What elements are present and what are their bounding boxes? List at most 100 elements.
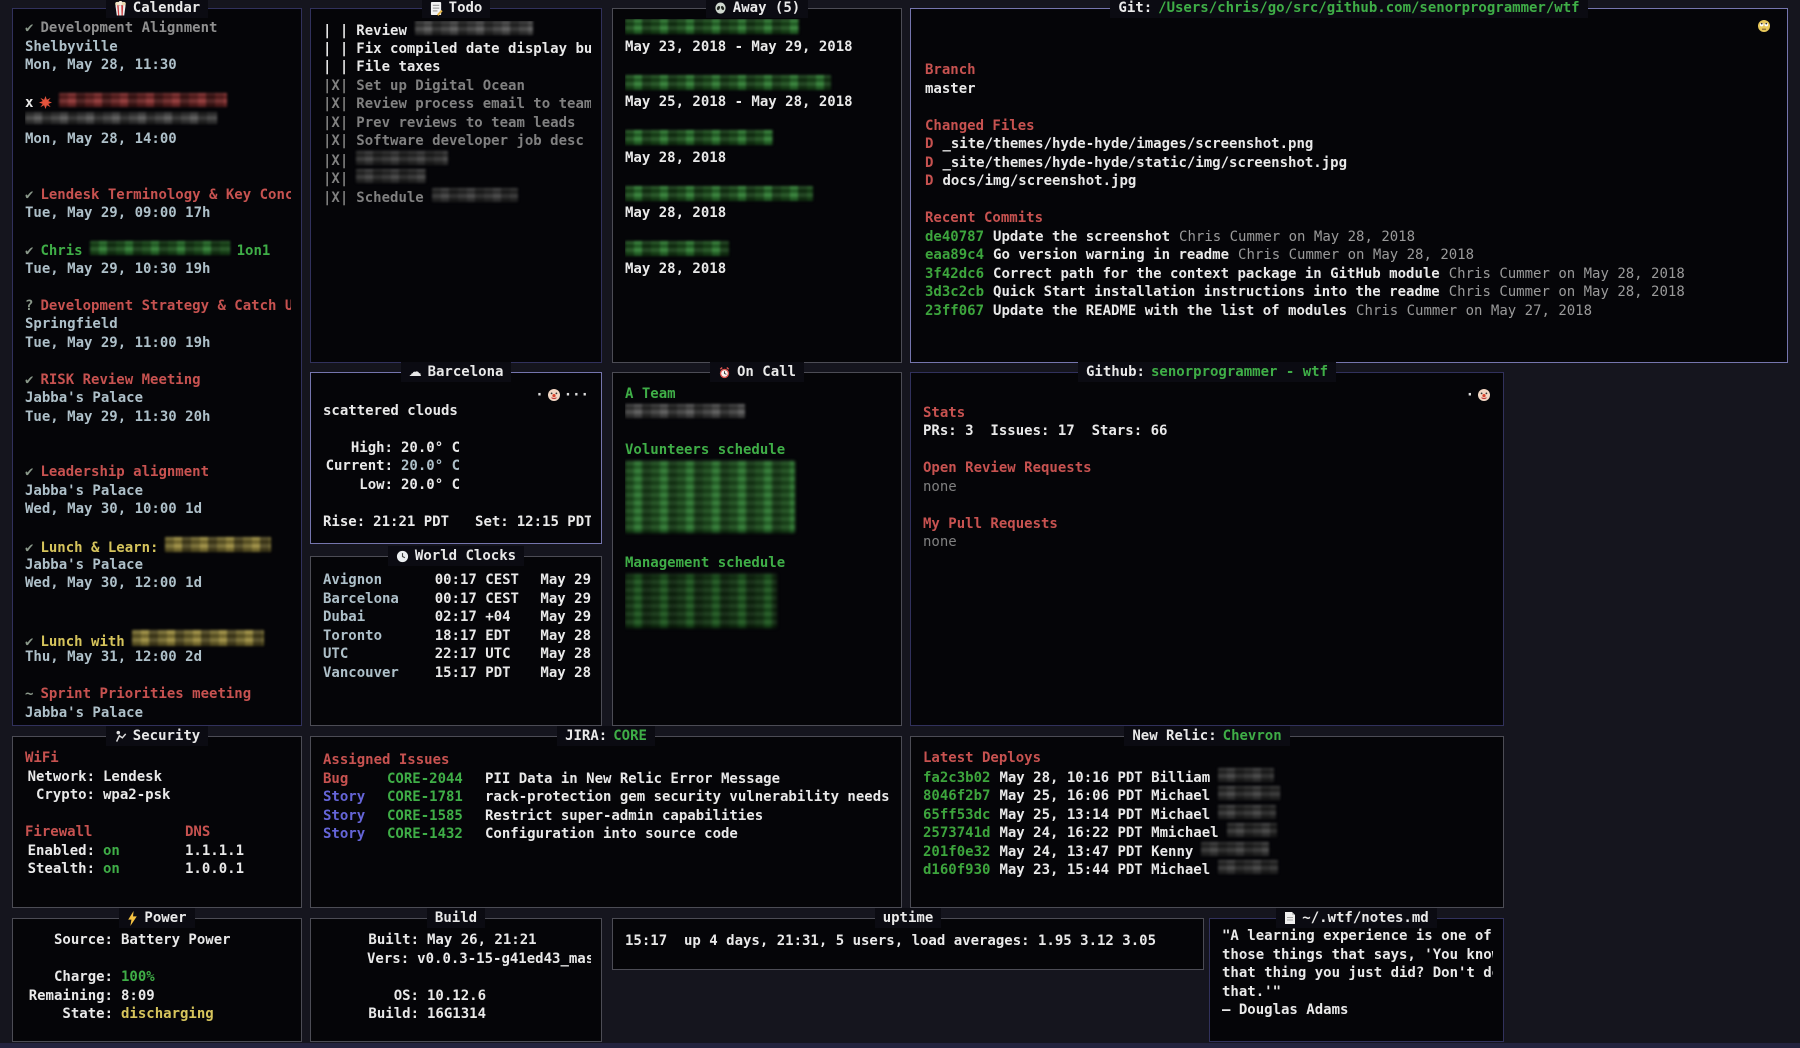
security-panel[interactable]: Security WiFi Network:Lendesk Crypto:wpa… xyxy=(12,736,302,908)
build-os-row: OS:10.12.6 xyxy=(367,987,591,1006)
redacted-text xyxy=(165,537,271,552)
power-source-row: Source:Battery Power xyxy=(25,931,291,950)
panel-title-text: Calendar xyxy=(133,0,200,16)
new-relic-panel[interactable]: New Relic:Chevron Latest Deploys fa2c3b0… xyxy=(910,736,1504,908)
clock-row: Toronto18:17 EDTMay 28 xyxy=(323,627,591,646)
todo-item[interactable]: | |File taxes xyxy=(323,58,591,77)
todo-item[interactable]: | |Review xyxy=(323,21,591,40)
git-branch-value: master xyxy=(925,80,1777,99)
redacted-schedule xyxy=(625,461,795,533)
jira-panel[interactable]: JIRA:CORE Assigned Issues BugCORE-2044PI… xyxy=(310,736,902,908)
notes-panel[interactable]: ~/.wtf/notes.md "A learning experience i… xyxy=(1209,918,1504,1042)
deploy-row: 201f0e32May 24, 13:47 PDT Kenny xyxy=(923,842,1493,861)
deploy-row: 2573741dMay 24, 16:22 PDT Mmichael xyxy=(923,823,1493,842)
panel-title-text: ~/.wtf/notes.md xyxy=(1302,910,1428,926)
todo-item[interactable]: | |Fix compiled date display bug xyxy=(323,40,591,59)
spinner-indicator: · xyxy=(1466,387,1491,403)
todo-item[interactable]: |X|Review process email to team xyxy=(323,95,591,114)
git-panel[interactable]: Git:/Users/chris/go/src/github.com/senor… xyxy=(910,8,1788,363)
todo-item[interactable]: |X|Set up Digital Ocean xyxy=(323,77,591,96)
panel-title-text: On Call xyxy=(737,364,796,380)
calendar-event-location: Jabba's Palace xyxy=(25,389,291,408)
away-dates: May 23, 2018 - May 29, 2018 xyxy=(625,38,891,57)
panel-title-text: World Clocks xyxy=(415,548,516,564)
panel-title-text: Todo xyxy=(449,0,483,16)
oncall-team-header: A Team xyxy=(625,385,891,404)
build-panel-title: Build xyxy=(311,908,601,928)
redacted-text xyxy=(1201,842,1269,856)
on-call-panel-title: On Call xyxy=(613,362,901,382)
calendar-event-title: ✔RISK Review Meeting xyxy=(25,371,291,390)
git-commit-row: 3f42dc6Correct path for the context pack… xyxy=(925,265,1777,284)
redacted-text xyxy=(1227,823,1277,837)
git-commit-row: 3d3c2cbQuick Start installation instruct… xyxy=(925,283,1777,302)
todo-item[interactable]: |X| xyxy=(323,169,591,188)
github-panel[interactable]: Github:senorprogrammer - wtf · Stats PRs… xyxy=(910,372,1504,726)
calendar-event-title: ✔Leadership alignment xyxy=(25,463,291,482)
calendar-event-title: ?Development Strategy & Catch U xyxy=(25,297,291,316)
build-panel[interactable]: Build Built:May 26, 21:21 Vers:v0.0.3-15… xyxy=(310,918,602,1042)
calendar-event-title: x xyxy=(25,93,291,112)
panel-title-text: JIRA: xyxy=(565,728,607,744)
github-repo-name: senorprogrammer - wtf xyxy=(1151,364,1328,380)
redacted-name xyxy=(625,130,773,145)
away-dates: May 28, 2018 xyxy=(625,260,891,279)
todo-item[interactable]: |X|Software developer job desc xyxy=(323,132,591,151)
panel-title-text: Security xyxy=(133,728,200,744)
git-branch-header: Branch xyxy=(925,61,1777,80)
weather-panel[interactable]: ☁Barcelona ···· scattered clouds High:20… xyxy=(310,372,602,544)
clown-icon xyxy=(547,388,561,402)
page-icon xyxy=(1284,911,1296,925)
redacted-text xyxy=(59,93,227,107)
alarm-clock-icon xyxy=(718,366,731,379)
jira-issue-row: StoryCORE-1432Configuration into source … xyxy=(323,825,891,844)
uptime-panel[interactable]: uptime 15:17 up 4 days, 21:31, 5 users, … xyxy=(612,918,1204,970)
redacted-text xyxy=(432,188,518,202)
wtf-terminal-dashboard: Calendar ✔Development Alignment Shelbyvi… xyxy=(0,0,1800,1048)
git-changed-header: Changed Files xyxy=(925,117,1777,136)
oncall-volunteers-header: Volunteers schedule xyxy=(625,441,891,460)
calendar-panel-title: Calendar xyxy=(13,0,301,18)
uptime-value: 15:17 up 4 days, 21:31, 5 users, load av… xyxy=(625,932,1193,951)
git-commits-header: Recent Commits xyxy=(925,209,1777,228)
redacted-name xyxy=(625,241,729,256)
clown-icon xyxy=(1477,388,1491,402)
calendar-panel[interactable]: Calendar ✔Development Alignment Shelbyvi… xyxy=(12,8,302,726)
git-commit-row: 23ff067Update the README with the list o… xyxy=(925,302,1777,321)
calendar-event-date: Mon, May 28, 14:00 xyxy=(25,130,291,149)
calendar-event-date: Tue, May 29, 11:00 19h xyxy=(25,334,291,353)
todo-item[interactable]: |X|Prev reviews to team leads xyxy=(323,114,591,133)
redacted-text xyxy=(1218,860,1278,874)
todo-item[interactable]: |X|Schedule xyxy=(323,188,591,207)
on-call-panel[interactable]: On Call A Team Volunteers schedule Manag… xyxy=(612,372,902,726)
calendar-event-location: Jabba's Palace xyxy=(25,482,291,501)
world-clocks-panel[interactable]: World Clocks Avignon00:17 CESTMay 29 Bar… xyxy=(310,556,602,726)
weather-low: Low:20.0° C xyxy=(323,476,591,495)
security-crypto-row: Crypto:wpa2-psk xyxy=(25,786,291,805)
clock-row: UTC22:17 UTCMay 28 xyxy=(323,645,591,664)
calendar-event-title: ✔Lunch with xyxy=(25,630,291,649)
power-panel[interactable]: Power Source:Battery Power Charge:100% R… xyxy=(12,918,302,1042)
power-remaining-row: Remaining:8:09 xyxy=(25,987,291,1006)
calendar-event-date: Tue, May 29, 10:30 19h xyxy=(25,260,291,279)
world-clocks-panel-title: World Clocks xyxy=(311,546,601,566)
jira-assigned-header: Assigned Issues xyxy=(323,751,891,770)
security-wifi-header: WiFi xyxy=(25,749,291,768)
weather-sun-times: Rise:21:21 PDTSet:12:15 PDT xyxy=(323,513,591,532)
redacted-schedule xyxy=(625,574,777,628)
calendar-event-title: ✔Chris1on1 xyxy=(25,241,291,260)
git-panel-title: Git:/Users/chris/go/src/github.com/senor… xyxy=(911,0,1787,18)
calendar-event-date: Wed, May 30, 10:00 1d xyxy=(25,500,291,519)
weather-high: High:20.0° C xyxy=(323,439,591,458)
clock-row: Vancouver15:17 PDTMay 28 xyxy=(323,664,591,683)
github-reviews-value: none xyxy=(923,478,1493,497)
power-state-row: State:discharging xyxy=(25,1005,291,1024)
deploy-row: 65ff53dcMay 25, 13:14 PDT Michael xyxy=(923,805,1493,824)
notes-line: "A learning experience is one of xyxy=(1222,927,1493,946)
todo-panel[interactable]: Todo | |Review | |Fix compiled date disp… xyxy=(310,8,602,363)
notes-line: that.'" xyxy=(1222,983,1493,1002)
todo-item[interactable]: |X| xyxy=(323,151,591,170)
away-panel[interactable]: Away (5) May 23, 2018 - May 29, 2018 May… xyxy=(612,8,902,363)
redacted-text xyxy=(132,630,264,646)
jira-project-name: CORE xyxy=(613,728,647,744)
